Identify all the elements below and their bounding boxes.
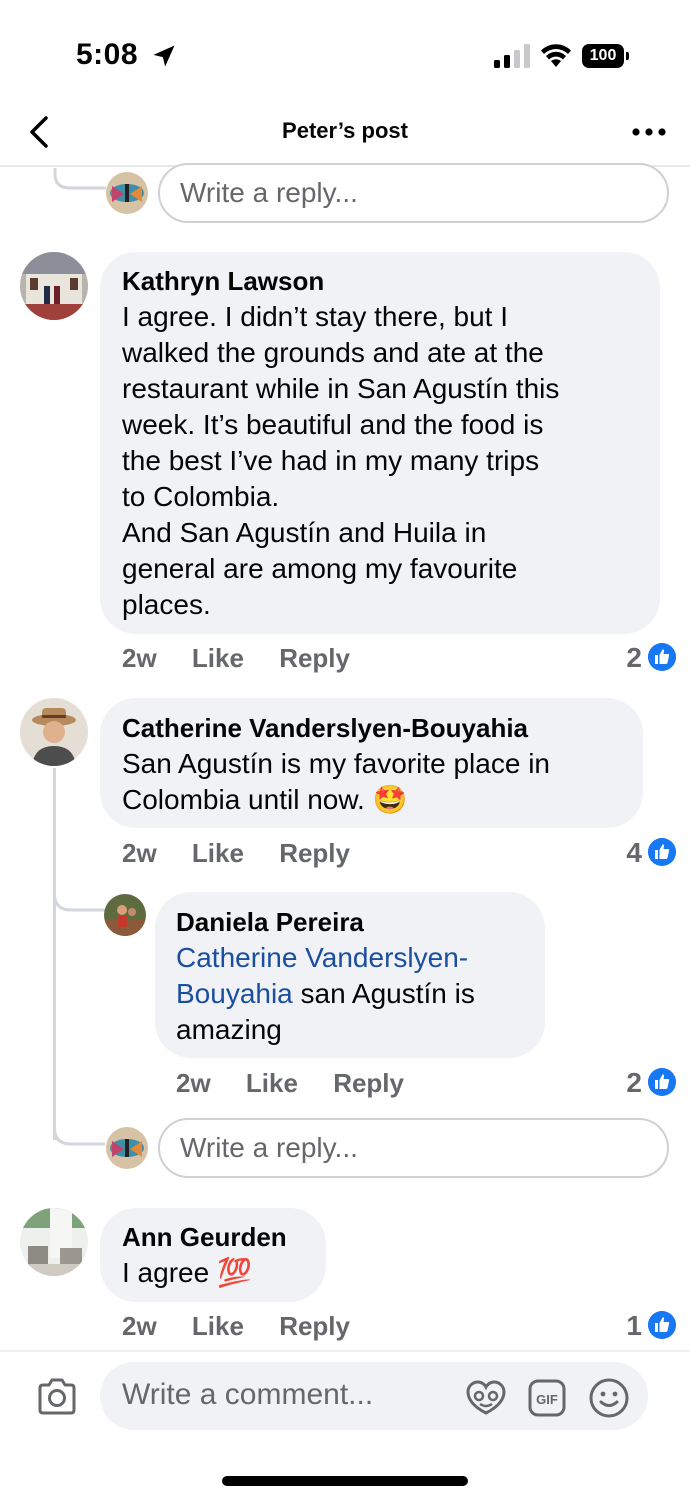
comment-placeholder[interactable]: Write a comment...: [122, 1378, 373, 1412]
thread-connector: [53, 880, 105, 912]
like-thumb-icon: [648, 1311, 676, 1339]
reply-line: Bouyahia san Agustín is: [176, 976, 475, 1012]
comment-line: And San Agustín and Huila in: [122, 517, 487, 548]
reply-line-text: san Agustín is: [292, 978, 475, 1009]
reaction-count[interactable]: 4: [600, 837, 642, 869]
thread-line: [53, 768, 56, 1140]
comment-line: Colombia until now.: [122, 784, 365, 815]
comment-line: general are among my favourite: [122, 553, 518, 584]
reply-text: Catherine Vanderslyen- Bouyahia san Agus…: [176, 940, 475, 1048]
like-button[interactable]: Like: [192, 1311, 244, 1341]
comment-time[interactable]: 2w: [122, 838, 157, 868]
comment-line: walked the grounds and ate at the: [122, 337, 544, 368]
more-dots-icon[interactable]: [628, 118, 672, 146]
comment-author[interactable]: Ann Geurden: [122, 1222, 287, 1253]
page-title: Peter’s post: [282, 118, 408, 143]
avatar-catherine[interactable]: [20, 698, 88, 766]
comment-line: San Agustín is my favorite place in: [122, 748, 550, 779]
thread-connector: [53, 1110, 105, 1146]
camera-icon[interactable]: [36, 1378, 78, 1416]
avatar-daniela[interactable]: [104, 894, 146, 936]
reaction-count[interactable]: 1: [600, 1310, 642, 1342]
reply-meta: 2w Like Reply: [176, 1068, 404, 1099]
avatar-kathryn-lawson[interactable]: [20, 252, 88, 320]
comment-meta: 2w Like Reply: [122, 643, 350, 674]
location-arrow-icon: [153, 45, 175, 67]
wifi-icon: [541, 44, 571, 67]
svg-text:GIF: GIF: [536, 1392, 558, 1407]
like-thumb-icon: [648, 643, 676, 671]
status-time: 5:08: [76, 38, 139, 71]
like-button[interactable]: Like: [246, 1068, 298, 1098]
comment-line-with-emoji: Colombia until now. 🤩: [122, 782, 550, 818]
like-button[interactable]: Like: [192, 643, 244, 673]
mention-link[interactable]: Bouyahia: [176, 978, 293, 1009]
reply-button[interactable]: Reply: [279, 643, 350, 673]
write-reply-input[interactable]: Write a reply...: [158, 163, 669, 223]
home-indicator: [222, 1476, 468, 1486]
reply-button[interactable]: Reply: [279, 838, 350, 868]
write-reply-input[interactable]: Write a reply...: [158, 1118, 669, 1178]
gif-icon[interactable]: GIF: [528, 1379, 566, 1417]
comment-meta: 2w Like Reply: [122, 838, 350, 869]
hundred-points-emoji: 💯: [216, 1257, 252, 1288]
composer-divider: [0, 1350, 690, 1352]
reply-author[interactable]: Daniela Pereira: [176, 907, 364, 938]
like-thumb-icon: [648, 1068, 676, 1096]
thread-connector: [53, 168, 106, 190]
avatar-current-user: [106, 1127, 148, 1169]
reply-button[interactable]: Reply: [333, 1068, 404, 1098]
comment-line: I agree. I didn’t stay there, but I: [122, 301, 508, 332]
comment-line: week. It’s beautiful and the food is: [122, 409, 544, 440]
comment-line: to Colombia.: [122, 481, 280, 512]
comment-text: San Agustín is my favorite place in Colo…: [122, 746, 550, 818]
comment-line: places.: [122, 589, 211, 620]
reaction-count[interactable]: 2: [600, 642, 642, 674]
reply-button[interactable]: Reply: [279, 1311, 350, 1341]
comment-author[interactable]: Kathryn Lawson: [122, 266, 324, 297]
avatar-sticker-icon[interactable]: [466, 1380, 506, 1416]
like-thumb-icon: [648, 838, 676, 866]
avatar-ann-geurden[interactable]: [20, 1208, 88, 1276]
reaction-count[interactable]: 2: [600, 1067, 642, 1099]
comment-time[interactable]: 2w: [176, 1068, 211, 1098]
comment-text: I agree 💯: [122, 1255, 252, 1291]
comment-time[interactable]: 2w: [122, 643, 157, 673]
battery-percent: 100: [589, 47, 617, 64]
comment-meta: 2w Like Reply: [122, 1311, 350, 1342]
comment-line: restaurant while in San Agustín this: [122, 373, 560, 404]
emoji-icon[interactable]: [588, 1377, 630, 1419]
comment-line: I agree: [122, 1257, 210, 1288]
battery-icon: 100: [582, 44, 630, 68]
comment-author[interactable]: Catherine Vanderslyen-Bouyahia: [122, 713, 528, 744]
comment-text: I agree. I didn’t stay there, but I walk…: [122, 299, 559, 623]
comment-line: the best I’ve had in my many trips: [122, 445, 540, 476]
comment-time[interactable]: 2w: [122, 1311, 157, 1341]
like-button[interactable]: Like: [192, 838, 244, 868]
star-struck-emoji: 🤩: [372, 784, 408, 815]
cellular-signal-icon: [494, 44, 530, 68]
mention-link[interactable]: Catherine Vanderslyen-: [176, 940, 475, 976]
reply-line: amazing: [176, 1014, 282, 1045]
avatar-current-user: [106, 172, 148, 214]
